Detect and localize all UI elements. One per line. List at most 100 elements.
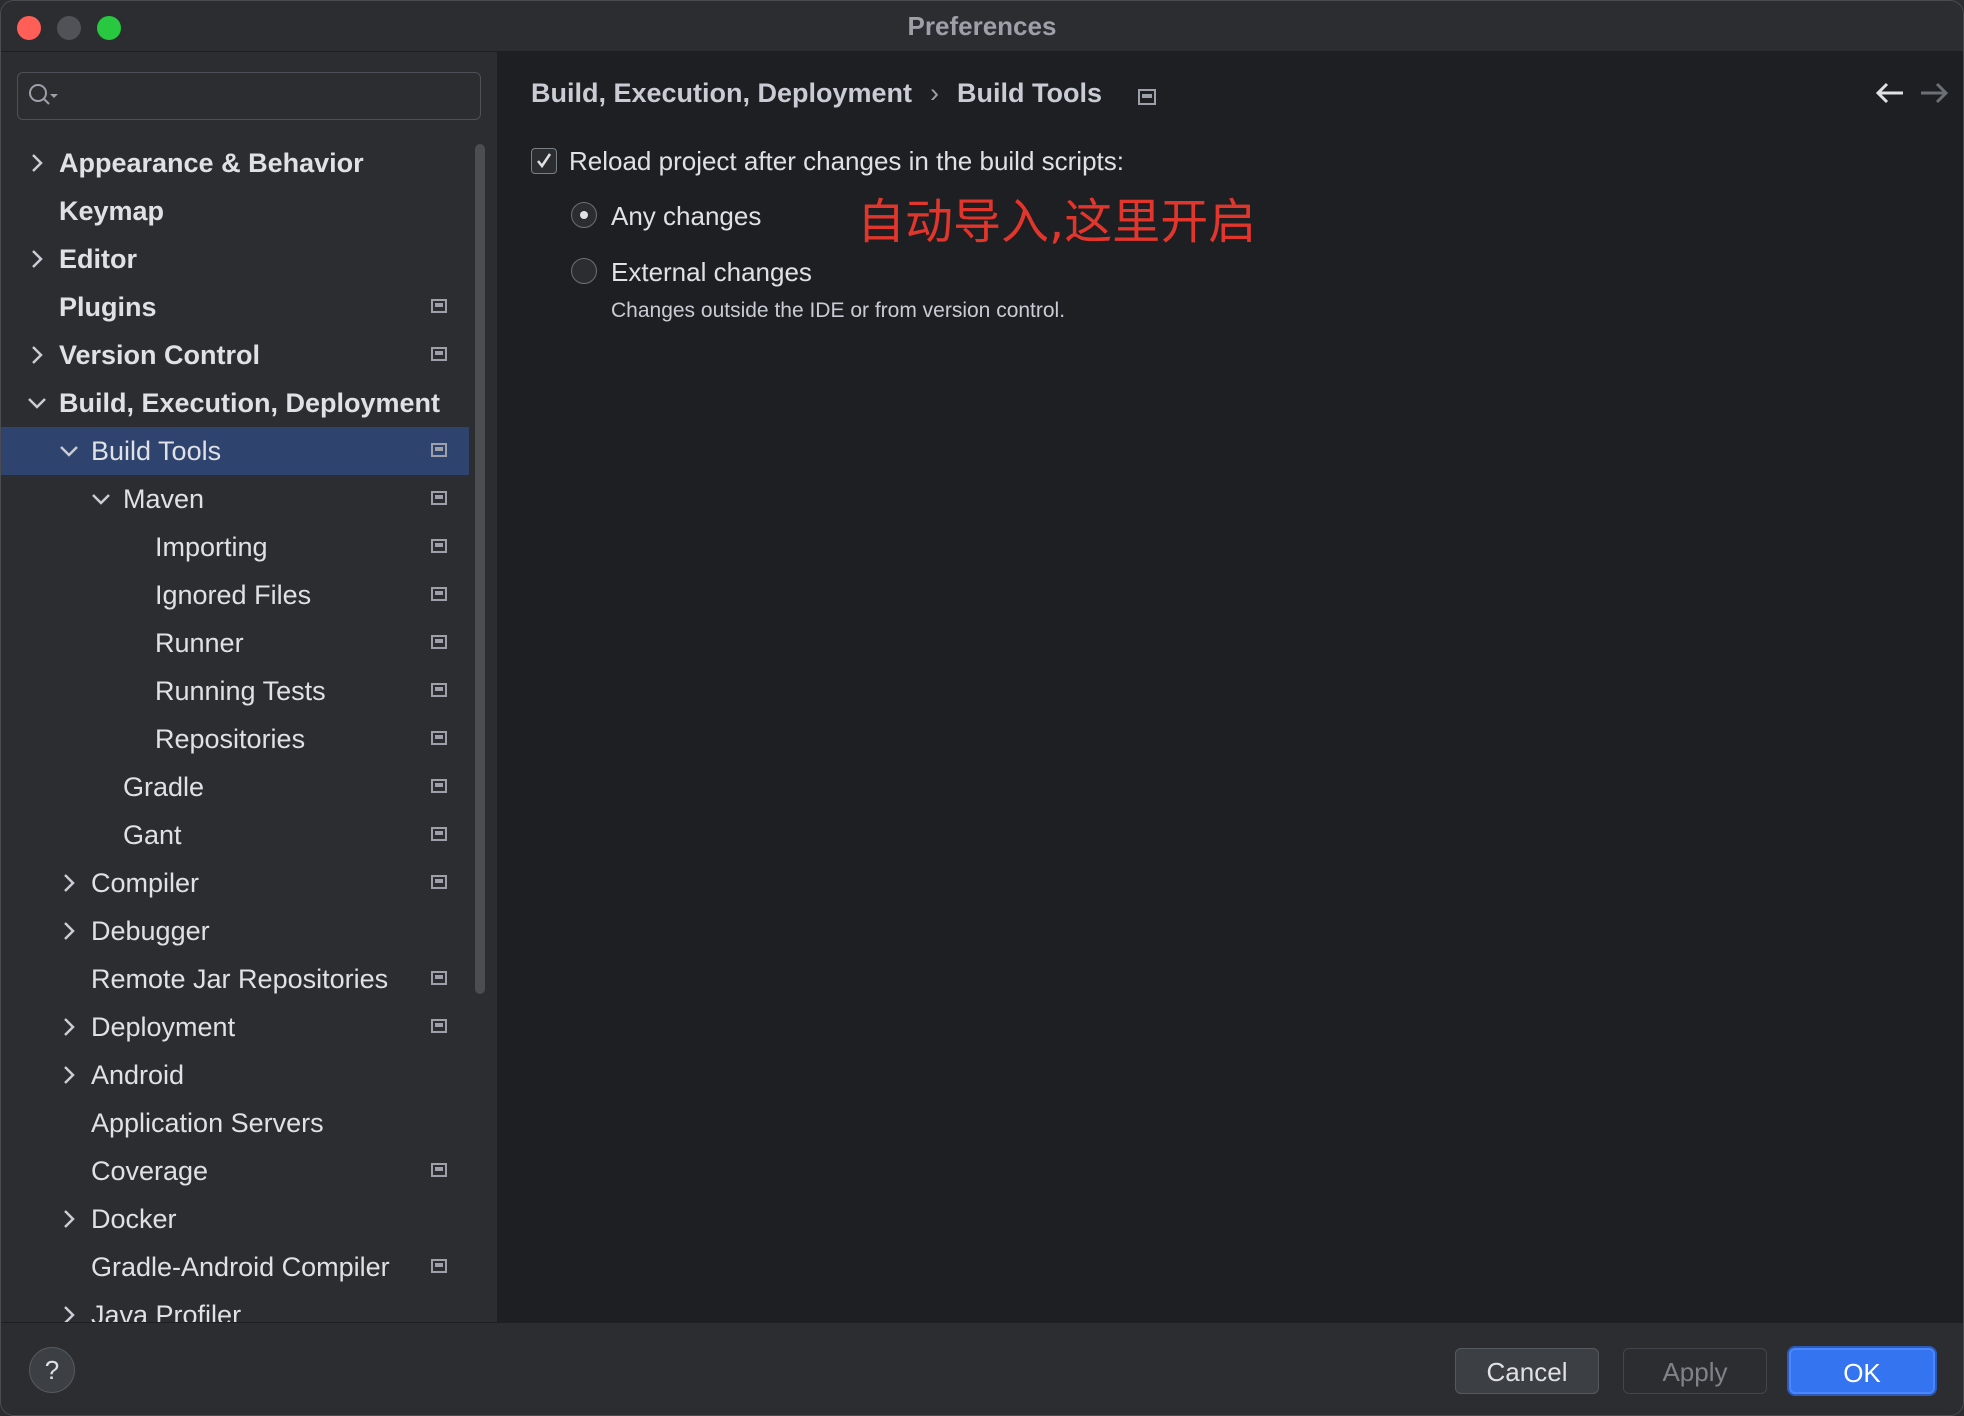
sidebar-item[interactable]: Maven [1, 475, 469, 523]
settings-sidebar: Appearance & Behavior Keymap Editor Plugins… [1, 52, 499, 1330]
project-scope-icon [431, 635, 447, 649]
any-changes-label: Any changes [611, 201, 762, 231]
sidebar-item-label: Plugins [59, 292, 157, 322]
chevron-down-icon[interactable] [27, 379, 47, 427]
ok-button[interactable]: OK [1789, 1348, 1935, 1394]
settings-tree: Appearance & Behavior Keymap Editor Plugins… [1, 139, 469, 1339]
breadcrumb-current: Build Tools [957, 78, 1103, 108]
chevron-right-icon[interactable] [27, 139, 47, 187]
sidebar-item-label: Ignored Files [155, 580, 312, 610]
chevron-down-icon[interactable] [91, 475, 111, 523]
sidebar-item-label: Importing [155, 532, 268, 562]
sidebar-item[interactable]: Deployment [1, 1003, 469, 1051]
sidebar-item[interactable]: Repositories [1, 715, 469, 763]
chevron-right-icon[interactable] [59, 1003, 79, 1051]
project-scope-icon [431, 779, 447, 793]
sidebar-item-label: Compiler [91, 868, 200, 898]
reload-project-checkbox[interactable] [531, 148, 557, 174]
chevron-right-icon[interactable] [59, 1195, 79, 1243]
sidebar-item-label: Appearance & Behavior [59, 148, 364, 178]
sidebar-item[interactable]: Android [1, 1051, 469, 1099]
sidebar-item[interactable]: Ignored Files [1, 571, 469, 619]
help-button[interactable]: ? [29, 1347, 75, 1393]
chevron-down-icon[interactable] [59, 427, 79, 475]
project-scope-icon [431, 683, 447, 697]
project-scope-icon [431, 1163, 447, 1177]
project-scope-icon [431, 731, 447, 745]
chevron-right-icon[interactable] [59, 1051, 79, 1099]
search-icon [29, 84, 58, 105]
sidebar-item-label: Keymap [59, 196, 165, 226]
sidebar-item[interactable]: Build Tools [1, 427, 469, 475]
reload-project-label: Reload project after changes in the buil… [569, 146, 1124, 176]
external-changes-hint: Changes outside the IDE or from version … [611, 299, 1066, 322]
sidebar-item[interactable]: Coverage [1, 1147, 469, 1195]
breadcrumb: Build, Execution, Deployment › Build Tools [531, 78, 1102, 109]
sidebar-item-label: Gradle-Android Compiler [91, 1252, 390, 1282]
sidebar-item-label: Application Servers [91, 1108, 324, 1138]
sidebar-item-label: Remote Jar Repositories [91, 964, 389, 994]
sidebar-item-label: Build Tools [91, 436, 222, 466]
sidebar-item-label: Gant [123, 820, 182, 850]
settings-content: Build, Execution, Deployment › Build Tools… [499, 52, 1963, 1322]
title-bar: Preferences [1, 1, 1963, 52]
sidebar-item-label: Build, Execution, Deployment [59, 388, 441, 418]
sidebar-item[interactable]: Version Control [1, 331, 469, 379]
settings-search-input[interactable] [17, 72, 481, 120]
sidebar-item[interactable]: Application Servers [1, 1099, 469, 1147]
sidebar-item[interactable]: Gant [1, 811, 469, 859]
sidebar-item[interactable]: Gradle-Android Compiler [1, 1243, 469, 1291]
checkmark-icon [537, 153, 552, 169]
project-scope-icon [431, 971, 447, 985]
sidebar-item[interactable]: Importing [1, 523, 469, 571]
sidebar-item[interactable]: Runner [1, 619, 469, 667]
dialog-footer: ? Cancel Apply OK [1, 1322, 1963, 1415]
chevron-right-icon[interactable] [27, 331, 47, 379]
external-changes-radio[interactable] [571, 258, 597, 284]
sidebar-item-label: Runner [155, 628, 244, 658]
sidebar-item-label: Repositories [155, 724, 306, 754]
sidebar-item[interactable]: Plugins [1, 283, 469, 331]
sidebar-item-label: Editor [59, 244, 137, 274]
sidebar-item-label: Maven [123, 484, 205, 514]
apply-button[interactable]: Apply [1623, 1348, 1767, 1394]
forward-arrow-icon[interactable] [1919, 82, 1949, 104]
preferences-window: Preferences Appearance & Behavior Keymap E… [0, 0, 1964, 1416]
project-scope-icon [431, 1019, 447, 1033]
project-scope-icon [431, 443, 447, 457]
sidebar-item[interactable]: Compiler [1, 859, 469, 907]
sidebar-item-label: Docker [91, 1204, 177, 1234]
chevron-right-icon[interactable] [27, 235, 47, 283]
back-arrow-icon[interactable] [1875, 82, 1905, 104]
sidebar-item[interactable]: Debugger [1, 907, 469, 955]
sidebar-item[interactable]: Build, Execution, Deployment [1, 379, 469, 427]
sidebar-item[interactable]: Docker [1, 1195, 469, 1243]
project-scope-icon [431, 491, 447, 505]
sidebar-item[interactable]: Keymap [1, 187, 469, 235]
sidebar-item-label: Coverage [91, 1156, 209, 1186]
project-scope-icon [431, 875, 447, 889]
project-scope-icon [431, 827, 447, 841]
project-scope-icon [1138, 89, 1156, 105]
any-changes-radio[interactable] [571, 202, 597, 228]
project-scope-icon [431, 587, 447, 601]
cancel-button[interactable]: Cancel [1455, 1348, 1599, 1394]
sidebar-item-label: Debugger [91, 916, 210, 946]
sidebar-item-label: Running Tests [155, 676, 326, 706]
project-scope-icon [431, 1259, 447, 1273]
sidebar-item[interactable]: Gradle [1, 763, 469, 811]
sidebar-item-label: Version Control [59, 340, 261, 370]
sidebar-item[interactable]: Remote Jar Repositories [1, 955, 469, 1003]
sidebar-item[interactable]: Appearance & Behavior [1, 139, 469, 187]
breadcrumb-parent[interactable]: Build, Execution, Deployment [531, 78, 912, 108]
external-changes-label: External changes [611, 257, 812, 287]
chevron-right-icon[interactable] [59, 859, 79, 907]
sidebar-item[interactable]: Editor [1, 235, 469, 283]
breadcrumb-separator: › [930, 78, 940, 108]
sidebar-scrollbar[interactable] [475, 144, 485, 994]
chevron-right-icon[interactable] [59, 907, 79, 955]
annotation-text: 自动导入,这里开启 [857, 194, 1257, 250]
sidebar-item-label: Deployment [91, 1012, 236, 1042]
sidebar-item[interactable]: Running Tests [1, 667, 469, 715]
project-scope-icon [431, 299, 447, 313]
